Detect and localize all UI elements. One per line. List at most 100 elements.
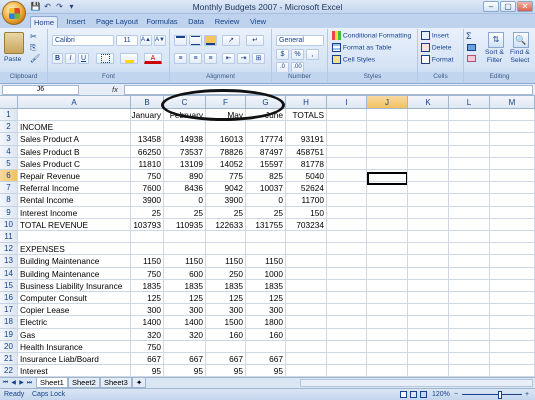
- value-cell[interactable]: 300: [246, 304, 286, 316]
- value-cell[interactable]: 95: [131, 365, 164, 377]
- orientation-button[interactable]: ↗: [222, 35, 240, 46]
- font-name-select[interactable]: Calibri: [52, 35, 114, 46]
- value-cell[interactable]: [131, 231, 164, 243]
- format-as-table-button[interactable]: Format as Table: [332, 43, 392, 53]
- value-cell[interactable]: 160: [246, 329, 286, 341]
- qat-more-icon[interactable]: ▾: [66, 2, 77, 12]
- value-cell[interactable]: 25: [246, 207, 286, 219]
- row-label-cell[interactable]: Repair Revenue: [20, 170, 131, 182]
- value-cell[interactable]: 667: [131, 353, 164, 365]
- value-cell[interactable]: 125: [206, 292, 246, 304]
- value-cell[interactable]: 103793: [131, 219, 164, 231]
- value-cell[interactable]: 1400: [131, 316, 164, 328]
- value-cell[interactable]: 3900: [131, 194, 164, 206]
- row-header[interactable]: 15: [0, 279, 18, 292]
- row-label-cell[interactable]: Interest Income: [20, 207, 131, 219]
- value-cell[interactable]: 9042: [206, 182, 246, 194]
- value-cell[interactable]: [246, 121, 286, 133]
- column-header[interactable]: K: [408, 96, 449, 109]
- row-header[interactable]: 6: [0, 170, 18, 183]
- sort-filter-icon[interactable]: ⇅: [488, 32, 504, 48]
- value-cell[interactable]: 25: [206, 207, 246, 219]
- value-cell[interactable]: [286, 316, 327, 328]
- value-cell[interactable]: 3900: [206, 194, 246, 206]
- insert-function-icon[interactable]: fx: [112, 84, 118, 96]
- value-cell[interactable]: January: [131, 109, 164, 121]
- value-cell[interactable]: 1400: [164, 316, 206, 328]
- row-header[interactable]: 13: [0, 255, 18, 268]
- value-cell[interactable]: 1150: [131, 255, 164, 267]
- align-top-button[interactable]: [174, 35, 187, 46]
- select-all-corner[interactable]: [0, 96, 18, 109]
- row-label-cell[interactable]: Referral Income: [20, 182, 131, 194]
- value-cell[interactable]: 667: [246, 353, 286, 365]
- value-cell[interactable]: [164, 243, 206, 255]
- sheet-tab-sheet2[interactable]: Sheet2: [68, 378, 100, 388]
- prev-sheet-icon[interactable]: ◀: [10, 379, 17, 387]
- decrease-indent-button[interactable]: ⇤: [222, 53, 235, 64]
- value-cell[interactable]: [246, 243, 286, 255]
- row-label-cell[interactable]: Gas: [20, 329, 131, 341]
- row-header[interactable]: 3: [0, 133, 18, 146]
- value-cell[interactable]: 300: [164, 304, 206, 316]
- value-cell[interactable]: 13458: [131, 133, 164, 145]
- row-label-cell[interactable]: Insurance Liab/Board: [20, 353, 131, 365]
- row-label-cell[interactable]: Building Maintenance: [20, 268, 131, 280]
- office-button[interactable]: [2, 1, 26, 25]
- value-cell[interactable]: 95: [246, 365, 286, 377]
- value-cell[interactable]: 15597: [246, 158, 286, 170]
- row-label-cell[interactable]: Building Maintenance: [20, 255, 131, 267]
- column-header[interactable]: H: [286, 96, 327, 109]
- value-cell[interactable]: 1000: [246, 268, 286, 280]
- value-cell[interactable]: [131, 243, 164, 255]
- value-cell[interactable]: 125: [164, 292, 206, 304]
- row-label-cell[interactable]: Rental Income: [20, 194, 131, 206]
- value-cell[interactable]: 1150: [206, 255, 246, 267]
- normal-view-icon[interactable]: [400, 391, 407, 398]
- row-header[interactable]: 10: [0, 218, 18, 231]
- value-cell[interactable]: [286, 243, 327, 255]
- row-label-cell[interactable]: Interest: [20, 365, 131, 377]
- row-label-cell[interactable]: EXPENSES: [20, 243, 131, 255]
- worksheet-grid[interactable]: ABCFGHIJKLM 1 January February May June TOTAL…: [0, 96, 535, 377]
- first-sheet-icon[interactable]: ⏮: [2, 379, 9, 387]
- align-middle-button[interactable]: [189, 35, 202, 46]
- value-cell[interactable]: 14938: [164, 133, 206, 145]
- tab-page-layout[interactable]: Page Layout: [94, 16, 140, 28]
- comma-button[interactable]: ,: [306, 49, 319, 60]
- value-cell[interactable]: [206, 121, 246, 133]
- value-cell[interactable]: 95: [206, 365, 246, 377]
- value-cell[interactable]: 93191: [286, 133, 327, 145]
- paste-icon[interactable]: [4, 32, 24, 54]
- value-cell[interactable]: 5040: [286, 170, 327, 182]
- format-cells-button[interactable]: Format: [421, 55, 453, 65]
- value-cell[interactable]: 125: [246, 292, 286, 304]
- next-sheet-icon[interactable]: ▶: [18, 379, 25, 387]
- value-cell[interactable]: [286, 341, 327, 353]
- value-cell[interactable]: 775: [206, 170, 246, 182]
- value-cell[interactable]: 25: [164, 207, 206, 219]
- sort-filter-button[interactable]: Sort & Filter: [485, 49, 504, 65]
- autosum-icon[interactable]: Σ: [466, 31, 472, 41]
- value-cell[interactable]: 131755: [246, 219, 286, 231]
- row-header[interactable]: 17: [0, 304, 18, 317]
- value-cell[interactable]: 73537: [164, 146, 206, 158]
- row-label-cell[interactable]: TOTAL REVENUE: [20, 219, 131, 231]
- row-label-cell[interactable]: Sales Product A: [20, 133, 131, 145]
- value-cell[interactable]: 13109: [164, 158, 206, 170]
- value-cell[interactable]: [246, 341, 286, 353]
- zoom-in-icon[interactable]: +: [525, 389, 529, 400]
- maximize-button[interactable]: ▢: [500, 1, 516, 12]
- save-icon[interactable]: 💾: [30, 2, 41, 12]
- value-cell[interactable]: 600: [164, 268, 206, 280]
- row-header[interactable]: 16: [0, 292, 18, 305]
- tab-review[interactable]: Review: [212, 16, 242, 28]
- sheet-tab-sheet3[interactable]: Sheet3: [100, 378, 132, 388]
- row-label-cell[interactable]: Sales Product C: [20, 158, 131, 170]
- row-label-cell[interactable]: Computer Consult: [20, 292, 131, 304]
- format-painter-icon[interactable]: 🖌: [30, 54, 40, 63]
- value-cell[interactable]: [286, 365, 327, 377]
- value-cell[interactable]: [164, 121, 206, 133]
- value-cell[interactable]: TOTALS: [286, 109, 327, 121]
- row-label-cell[interactable]: Electric: [20, 316, 131, 328]
